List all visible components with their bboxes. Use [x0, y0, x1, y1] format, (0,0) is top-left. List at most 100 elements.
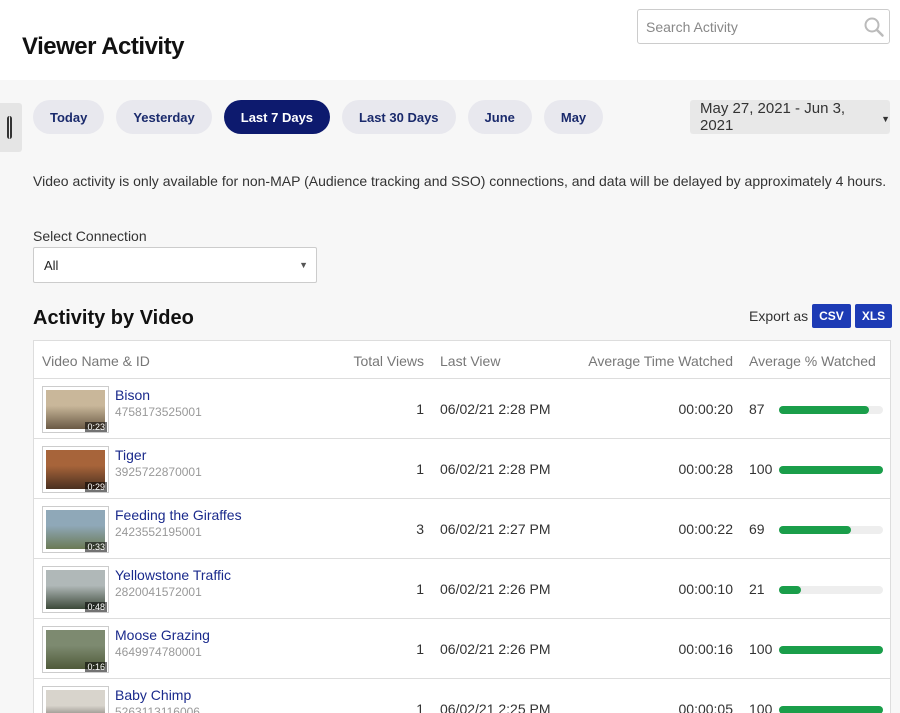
col-header-last-view[interactable]: Last View — [440, 353, 500, 369]
total-views: 1 — [416, 641, 424, 657]
progress-fill — [779, 526, 851, 534]
progress-fill — [779, 706, 883, 713]
last-view: 06/02/21 2:28 PM — [440, 401, 551, 417]
connection-label: Select Connection — [33, 228, 147, 244]
video-name-link[interactable]: Feeding the Giraffes — [115, 507, 242, 523]
video-name-link[interactable]: Baby Chimp — [115, 687, 191, 703]
last-view: 06/02/21 2:28 PM — [440, 461, 551, 477]
avg-time-watched: 00:00:20 — [678, 401, 734, 417]
video-name-link[interactable]: Tiger — [115, 447, 146, 463]
video-duration: 0:23 — [85, 422, 107, 432]
col-header-avg-pct[interactable]: Average % Watched — [749, 353, 876, 369]
avg-time-watched: 00:00:10 — [678, 581, 734, 597]
export-xls-button[interactable]: XLS — [854, 304, 893, 328]
date-filter-pills: Today Yesterday Last 7 Days Last 30 Days… — [33, 100, 604, 134]
avg-time-watched: 00:00:28 — [678, 461, 734, 477]
video-thumbnail[interactable]: 0:16 — [42, 626, 109, 673]
drag-handle-icon — [7, 116, 12, 139]
activity-table: Video Name & ID Total Views Last View Av… — [33, 340, 891, 713]
filter-last-30-days[interactable]: Last 30 Days — [342, 100, 456, 134]
table-row[interactable]: 0:33 Feeding the Giraffes 2423552195001 … — [34, 499, 890, 559]
video-thumbnail[interactable]: 0:23 — [42, 386, 109, 433]
total-views: 1 — [416, 701, 424, 713]
avg-time-watched: 00:00:22 — [678, 521, 734, 537]
search-input[interactable] — [646, 17, 856, 37]
page-title: Viewer Activity — [22, 33, 184, 60]
video-duration: 0:16 — [85, 662, 107, 672]
video-thumbnail[interactable]: 0:48 — [42, 566, 109, 613]
video-thumbnail[interactable]: 0:33 — [42, 506, 109, 553]
watched-progress-bar — [779, 586, 883, 594]
filter-june[interactable]: June — [467, 100, 532, 134]
filter-today[interactable]: Today — [33, 100, 105, 134]
avg-pct-watched: 87 — [749, 401, 765, 417]
last-view: 06/02/21 2:26 PM — [440, 641, 551, 657]
col-header-name[interactable]: Video Name & ID — [42, 353, 150, 369]
avg-pct-watched: 69 — [749, 521, 765, 537]
video-id: 5263113116006 — [115, 705, 200, 713]
video-id: 2820041572001 — [115, 585, 202, 599]
export-label: Export as — [749, 308, 809, 324]
filter-may[interactable]: May — [543, 100, 604, 134]
video-thumbnail[interactable] — [42, 686, 109, 713]
avg-pct-watched: 100 — [749, 641, 773, 657]
progress-fill — [779, 586, 801, 594]
progress-fill — [779, 406, 870, 414]
table-body: 0:23 Bison 4758173525001 1 06/02/21 2:28… — [34, 379, 890, 713]
watched-progress-bar — [779, 406, 883, 414]
video-id: 4758173525001 — [115, 405, 202, 419]
caret-down-icon: ▼ — [299, 260, 308, 270]
caret-down-icon: ▼ — [881, 114, 890, 124]
search-box[interactable] — [637, 9, 890, 44]
last-view: 06/02/21 2:26 PM — [440, 581, 551, 597]
table-header: Video Name & ID Total Views Last View Av… — [34, 341, 890, 379]
watched-progress-bar — [779, 466, 883, 474]
total-views: 3 — [416, 521, 424, 537]
video-id: 2423552195001 — [115, 525, 202, 539]
video-id: 4649974780001 — [115, 645, 202, 659]
filter-last-7-days[interactable]: Last 7 Days — [223, 100, 331, 134]
watched-progress-bar — [779, 646, 883, 654]
table-row[interactable]: 0:29 Tiger 3925722870001 1 06/02/21 2:28… — [34, 439, 890, 499]
connection-value: All — [44, 258, 59, 273]
total-views: 1 — [416, 581, 424, 597]
section-title: Activity by Video — [33, 307, 194, 329]
table-row[interactable]: Baby Chimp 5263113116006 1 06/02/21 2:25… — [34, 679, 890, 713]
col-header-avg-time[interactable]: Average Time Watched — [588, 353, 733, 369]
export-controls: Export as CSV XLS — [749, 304, 893, 328]
filter-yesterday[interactable]: Yesterday — [116, 100, 212, 134]
avg-pct-watched: 100 — [749, 461, 773, 477]
video-name-link[interactable]: Bison — [115, 387, 150, 403]
avg-pct-watched: 100 — [749, 701, 773, 713]
watched-progress-bar — [779, 706, 883, 713]
sidebar-toggle[interactable] — [0, 103, 22, 152]
top-bar: Viewer Activity — [0, 0, 900, 80]
last-view: 06/02/21 2:25 PM — [440, 701, 551, 713]
watched-progress-bar — [779, 526, 883, 534]
connection-select[interactable]: All ▼ — [33, 247, 317, 283]
last-view: 06/02/21 2:27 PM — [440, 521, 551, 537]
video-id: 3925722870001 — [115, 465, 202, 479]
total-views: 1 — [416, 461, 424, 477]
table-row[interactable]: 0:16 Moose Grazing 4649974780001 1 06/02… — [34, 619, 890, 679]
video-thumbnail[interactable]: 0:29 — [42, 446, 109, 493]
progress-fill — [779, 466, 883, 474]
date-range-dropdown[interactable]: May 27, 2021 - Jun 3, 2021 ▼ — [690, 100, 890, 134]
info-notice: Video activity is only available for non… — [33, 173, 887, 189]
search-icon[interactable] — [863, 16, 885, 38]
video-name-link[interactable]: Yellowstone Traffic — [115, 567, 231, 583]
video-name-link[interactable]: Moose Grazing — [115, 627, 210, 643]
export-csv-button[interactable]: CSV — [812, 304, 851, 328]
avg-time-watched: 00:00:05 — [678, 701, 734, 713]
total-views: 1 — [416, 401, 424, 417]
video-duration: 0:29 — [85, 482, 107, 492]
thumbnail-image — [46, 690, 105, 713]
table-row[interactable]: 0:48 Yellowstone Traffic 2820041572001 1… — [34, 559, 890, 619]
col-header-views[interactable]: Total Views — [353, 353, 424, 369]
table-row[interactable]: 0:23 Bison 4758173525001 1 06/02/21 2:28… — [34, 379, 890, 439]
video-duration: 0:33 — [85, 542, 107, 552]
avg-pct-watched: 21 — [749, 581, 765, 597]
avg-time-watched: 00:00:16 — [678, 641, 734, 657]
date-range-value: May 27, 2021 - Jun 3, 2021 — [700, 100, 846, 134]
video-duration: 0:48 — [85, 602, 107, 612]
